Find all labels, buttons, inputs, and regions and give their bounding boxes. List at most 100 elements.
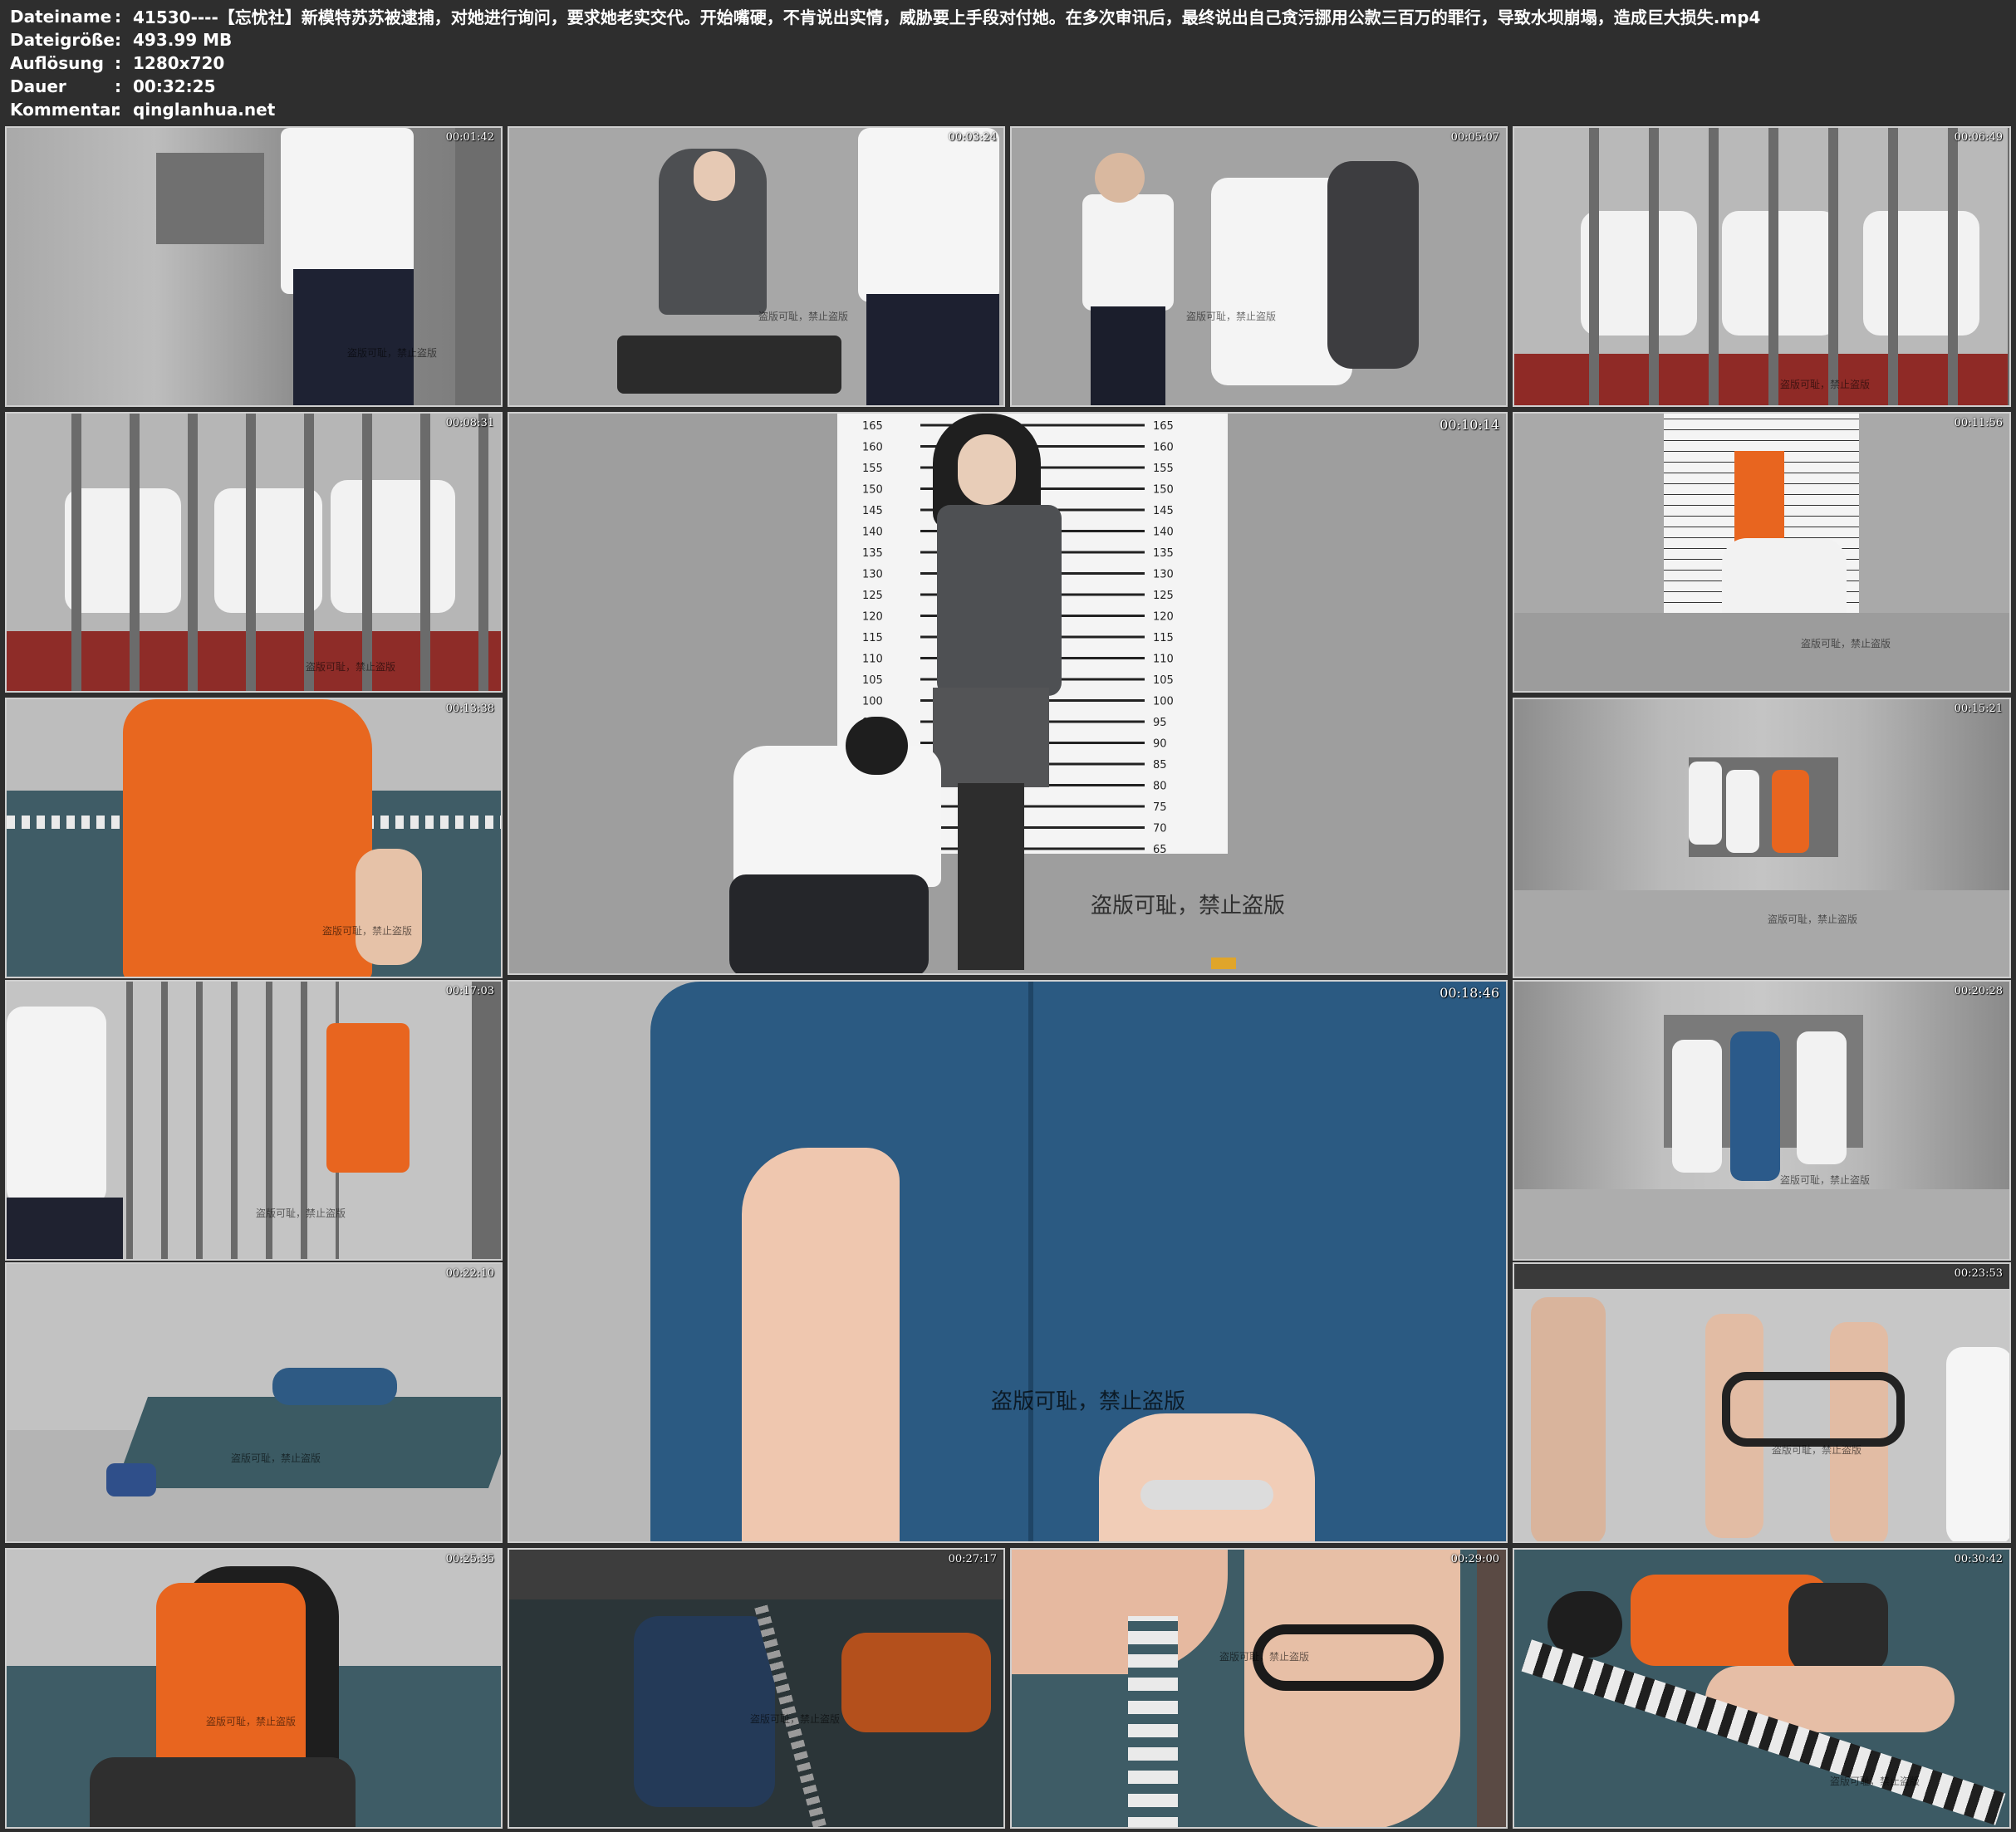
watermark: 盗版可耻，禁止盗版 [256,1207,346,1219]
thumbnail-1[interactable]: 盗版可耻，禁止盗版 00:01:42 [5,126,503,407]
timestamp: 00:11:56 [1954,417,2003,429]
resolution-row: Auflösung : 1280x720 [10,51,224,74]
comment-sep: : [115,99,121,120]
thumbnail-3[interactable]: 盗版可耻，禁止盗版 00:05:07 [1010,126,1508,407]
officer-skirt [729,874,929,973]
watermark-large: 盗版可耻，禁止盗版 [1091,894,1286,918]
thumbnail-11-large[interactable]: 盗版可耻，禁止盗版 00:18:46 [508,980,1508,1543]
duration-value: 00:32:25 [133,76,216,96]
height-label-left: 155 [862,463,883,475]
cell-bars [1539,128,2009,405]
thumbnail-18[interactable]: 盗版可耻，禁止盗版 00:30:42 [1513,1548,2011,1829]
watermark: 盗版可耻，禁止盗版 [306,661,396,673]
thumbnail-13[interactable]: 盗版可耻，禁止盗版 00:22:10 [5,1262,503,1543]
corridor-floor [1514,1189,2009,1259]
duration-row: Dauer : 00:32:25 [10,75,216,97]
timestamp: 00:13:38 [445,703,494,715]
height-label-left: 150 [862,484,883,497]
height-label-right: 75 [1153,801,1167,814]
thumbnail-12[interactable]: 盗版可耻，禁止盗版 00:20:28 [1513,980,2011,1261]
height-label-right: 105 [1153,674,1174,687]
thumbnail-6-large[interactable]: 165 160 155 150 145 140 135 130 125 120 115 110 105 1… [508,412,1508,975]
watermark: 盗版可耻，禁止盗版 [206,1716,297,1727]
officer-hair [846,717,908,775]
thumbnail-10[interactable]: 盗版可耻，禁止盗版 00:17:03 [5,980,503,1261]
watermark: 盗版可耻，禁止盗版 [1830,1776,1920,1787]
prisoner-blue [1730,1031,1780,1181]
suspect-figure [1327,161,1419,369]
height-label-left: 110 [862,654,883,666]
height-label-left: 120 [862,611,883,624]
thumbnail-9[interactable]: 盗版可耻，禁止盗版 00:15:21 [1513,698,2011,978]
corridor-floor [1514,890,2009,977]
resolution-sep: : [115,52,121,73]
watermark: 盗版可耻，禁止盗版 [1219,1651,1310,1663]
thumbnail-8[interactable]: 盗版可耻，禁止盗版 00:13:38 [5,698,503,978]
comment-key: Kommentar [10,99,120,120]
suspect-skirt [933,688,1049,787]
height-label-right: 65 [1153,844,1167,854]
hand [1099,1413,1315,1541]
height-label-right: 100 [1153,696,1174,708]
height-label-left: 105 [862,674,883,687]
timestamp: 00:27:17 [948,1553,997,1565]
timestamp: 00:06:49 [1954,131,2003,144]
timestamp: 00:23:53 [1954,1267,2003,1280]
timestamp: 00:22:10 [445,1267,494,1280]
height-label-right: 90 [1153,738,1167,751]
duration-key: Dauer [10,76,66,96]
comment-row: Kommentar : qinglanhua.net [10,98,275,120]
filename-row: Dateiname : 41530----【忘忧社】新模特苏苏被逮捕，对她进行询… [10,5,1760,28]
height-label-right: 145 [1153,505,1174,517]
timestamp: 00:03:24 [948,131,997,144]
shackles [1722,1372,1905,1447]
thumbnail-5[interactable]: 盗版可耻，禁止盗版 00:08:31 [5,412,503,693]
height-label-right: 135 [1153,547,1174,560]
suspect-face [694,151,735,201]
watermark: 盗版可耻，禁止盗版 [1186,311,1277,322]
height-label-left: 135 [862,547,883,560]
timestamp: 00:10:14 [1440,417,1499,433]
watermark-large: 盗版可耻，禁止盗版 [991,1389,1186,1414]
filesize-key: Dateigröße [10,29,115,50]
timestamp: 00:30:42 [1954,1553,2003,1565]
timestamp: 00:01:42 [445,131,494,144]
watermark: 盗版可耻，禁止盗版 [1768,914,1858,925]
comment-value: qinglanhua.net [133,99,276,120]
thumbnail-14[interactable]: 盗版可耻，禁止盗版 00:23:53 [1513,1262,2011,1543]
thumbnail-2[interactable]: 盗版可耻，禁止盗版 00:03:24 [508,126,1005,407]
officer-shirt [7,1007,106,1206]
interrogation-chair [617,336,841,394]
officer-shirt [733,746,941,887]
height-label-left: 115 [862,632,883,644]
thumbnail-4[interactable]: 盗版可耻，禁止盗版 00:06:49 [1513,126,2011,407]
corridor-door [156,153,264,244]
thumbnail-16[interactable]: 盗版可耻，禁止盗版 00:27:17 [508,1548,1005,1829]
slippers [106,1463,156,1496]
height-label-right: 125 [1153,590,1174,602]
cell-door [472,982,501,1259]
timestamp: 00:08:31 [445,417,494,429]
thumbnail-17[interactable]: 盗版可耻，禁止盗版 00:29:00 [1010,1548,1508,1829]
guard-2 [1726,770,1759,853]
thumbnail-15[interactable]: 盗版可耻，禁止盗版 00:25:35 [5,1548,503,1829]
filesize-value: 493.99 MB [133,29,233,50]
bracelet [1140,1480,1273,1510]
timestamp: 00:17:03 [445,985,494,997]
legs-left [1531,1297,1606,1541]
height-label-right: 150 [1153,484,1174,497]
prisoner-orange [841,1633,991,1732]
timestamp: 00:15:21 [1954,703,2003,715]
height-label-left: 140 [862,527,883,539]
height-label-left: 100 [862,696,883,708]
height-label-left: 130 [862,569,883,581]
guard-1 [1672,1040,1722,1173]
watermark: 盗版可耻，禁止盗版 [1780,379,1871,390]
resolution-key: Auflösung [10,52,104,73]
height-label-right: 85 [1153,759,1167,771]
watermark: 盗版可耻，禁止盗版 [750,1713,841,1725]
thumbnail-7[interactable]: 盗版可耻，禁止盗版 00:11:56 [1513,412,2011,693]
suspect-legs [958,783,1024,970]
officer-skirt [293,269,414,405]
height-label-left: 145 [862,505,883,517]
